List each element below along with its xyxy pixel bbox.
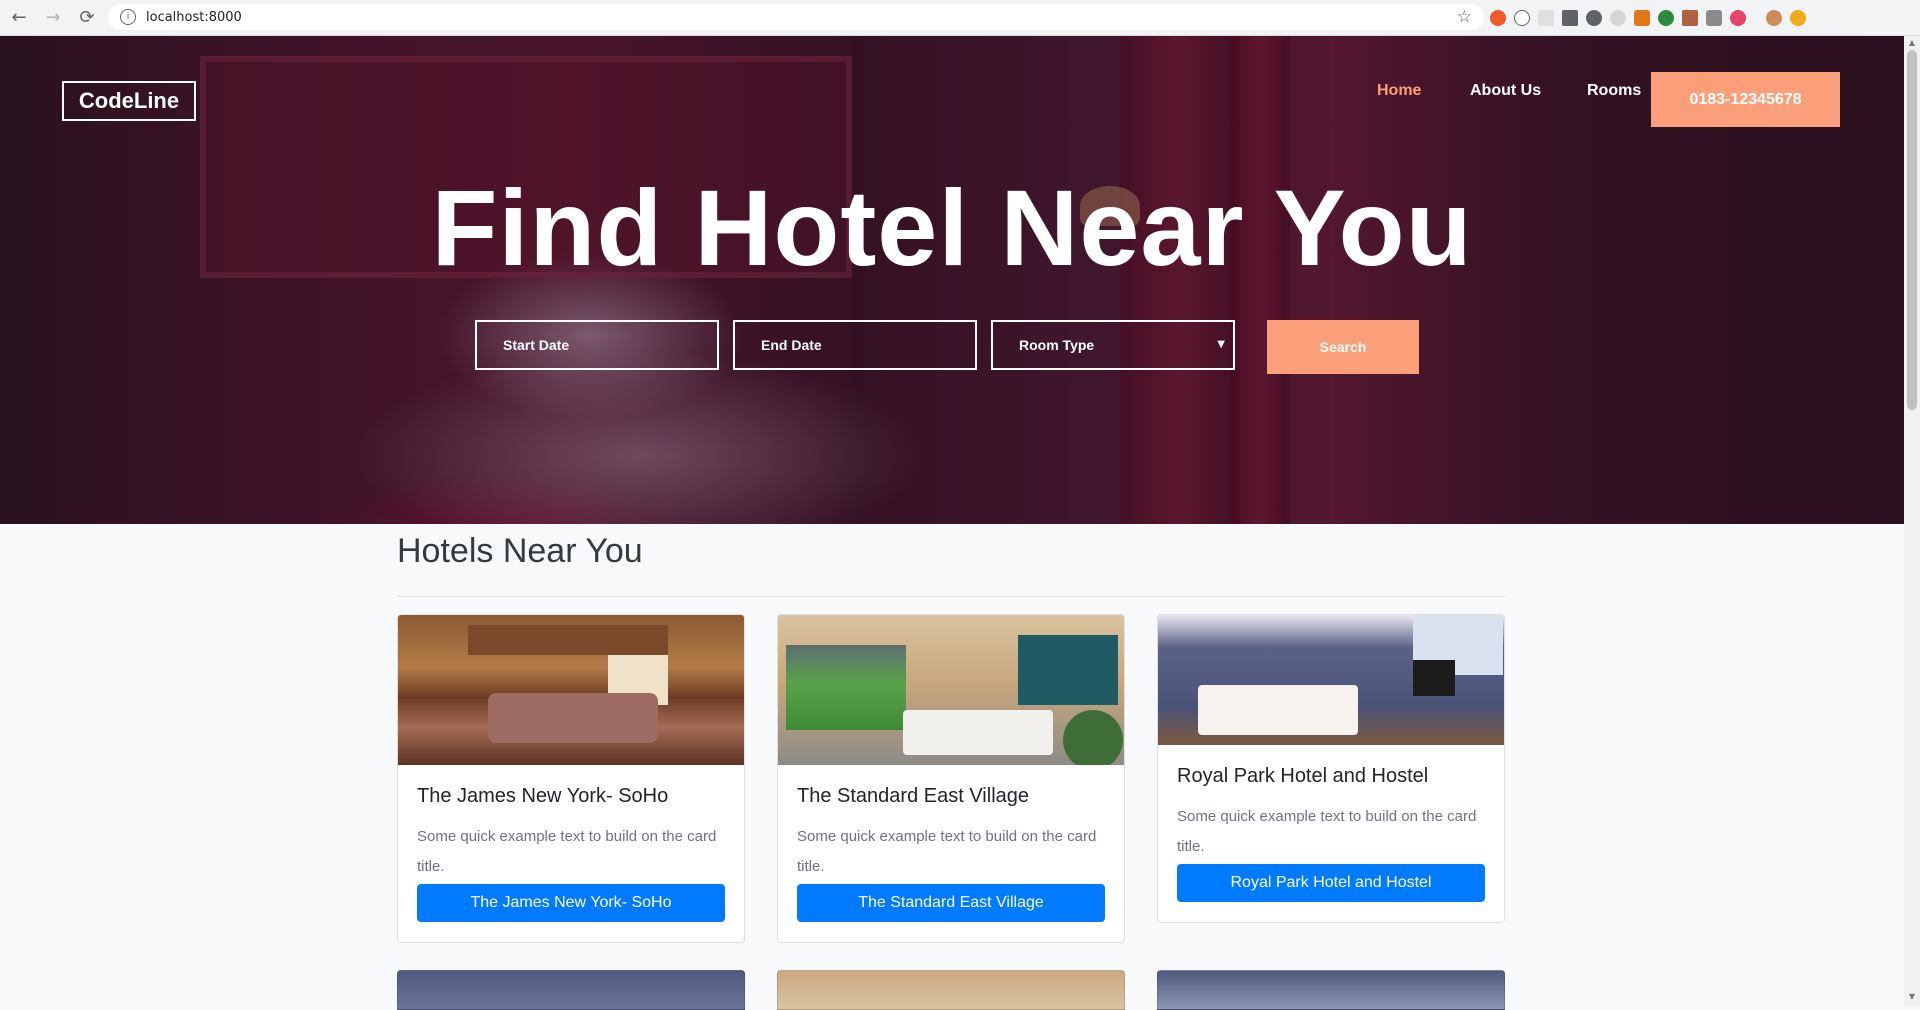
end-date-field[interactable]: End Date bbox=[733, 320, 977, 370]
extension-icon[interactable] bbox=[1514, 9, 1530, 26]
recycle-icon[interactable] bbox=[1586, 9, 1602, 26]
nav-home[interactable]: Home bbox=[1377, 82, 1421, 100]
hotel-image bbox=[1158, 615, 1504, 745]
hotel-card-button[interactable]: The James New York- SoHo bbox=[417, 884, 725, 922]
metamask-icon[interactable] bbox=[1634, 9, 1650, 26]
extension-icon[interactable] bbox=[1538, 9, 1554, 26]
avatar[interactable] bbox=[1766, 9, 1782, 26]
hotel-card-image-partial bbox=[777, 970, 1125, 1010]
search-button[interactable]: Search bbox=[1267, 320, 1419, 374]
hero-title: Find Hotel Near You bbox=[431, 167, 1473, 288]
hotel-image bbox=[778, 615, 1124, 765]
hotel-card-text: Some quick example text to build on the … bbox=[417, 828, 717, 875]
back-icon[interactable]: ← bbox=[4, 3, 34, 33]
extension-icon[interactable] bbox=[1658, 9, 1674, 26]
reload-icon[interactable]: ⟳ bbox=[72, 3, 102, 33]
forward-icon[interactable]: → bbox=[38, 3, 68, 33]
extensions-bar bbox=[1490, 0, 1814, 35]
camera-icon[interactable] bbox=[1706, 9, 1722, 26]
site-info-icon[interactable]: i bbox=[120, 9, 136, 25]
browser-toolbar: ← → ⟳ i localhost:8000 ☆ bbox=[0, 0, 1920, 36]
hotel-card-button[interactable]: The Standard East Village bbox=[797, 884, 1105, 922]
section-title: Hotels Near You bbox=[397, 532, 643, 570]
hotel-card-image-partial bbox=[1157, 970, 1505, 1010]
dropdown-arrow-icon: ▼ bbox=[1217, 339, 1225, 350]
qr-code-icon[interactable] bbox=[1562, 9, 1578, 26]
hotel-card-text: Some quick example text to build on the … bbox=[1177, 808, 1477, 855]
hotel-card: The James New York- SoHo Some quick exam… bbox=[397, 614, 745, 943]
hotel-card-button[interactable]: Royal Park Hotel and Hostel bbox=[1177, 864, 1485, 902]
pdf-icon[interactable] bbox=[1682, 9, 1698, 26]
phone-button[interactable]: 0183-12345678 bbox=[1651, 72, 1840, 127]
hotel-card-text: Some quick example text to build on the … bbox=[797, 828, 1097, 875]
start-date-field[interactable]: Start Date bbox=[475, 320, 719, 370]
hotel-card-title: The James New York- SoHo bbox=[417, 785, 669, 807]
nav-rooms[interactable]: Rooms bbox=[1587, 82, 1641, 100]
clock-icon[interactable] bbox=[1730, 9, 1746, 26]
hotel-card-image-partial bbox=[397, 970, 745, 1010]
nav-about-us[interactable]: About Us bbox=[1470, 82, 1541, 100]
hotel-image bbox=[398, 615, 744, 765]
extension-icon[interactable] bbox=[1610, 9, 1626, 26]
hotel-card-title: The Standard East Village bbox=[797, 785, 1030, 807]
scroll-up-icon[interactable]: ▲ bbox=[1906, 38, 1918, 47]
address-url[interactable]: localhost:8000 bbox=[146, 10, 242, 25]
site-logo[interactable]: CodeLine bbox=[62, 81, 196, 121]
hotel-card-title: Royal Park Hotel and Hostel bbox=[1177, 765, 1429, 787]
scroll-down-icon[interactable]: ▼ bbox=[1906, 992, 1918, 1001]
room-type-select[interactable]: Room Type ▼ bbox=[991, 320, 1235, 370]
update-icon[interactable] bbox=[1790, 9, 1806, 26]
bookmark-star-icon[interactable]: ☆ bbox=[1457, 7, 1472, 27]
address-bar[interactable]: i localhost:8000 ☆ bbox=[108, 4, 1484, 30]
scrollbar-thumb[interactable] bbox=[1907, 50, 1917, 410]
section-divider bbox=[397, 596, 1505, 597]
extension-icon[interactable] bbox=[1490, 9, 1506, 26]
hotel-card: The Standard East Village Some quick exa… bbox=[777, 614, 1125, 943]
room-type-label: Room Type bbox=[1019, 337, 1095, 353]
hotel-card: Royal Park Hotel and Hostel Some quick e… bbox=[1157, 614, 1505, 923]
